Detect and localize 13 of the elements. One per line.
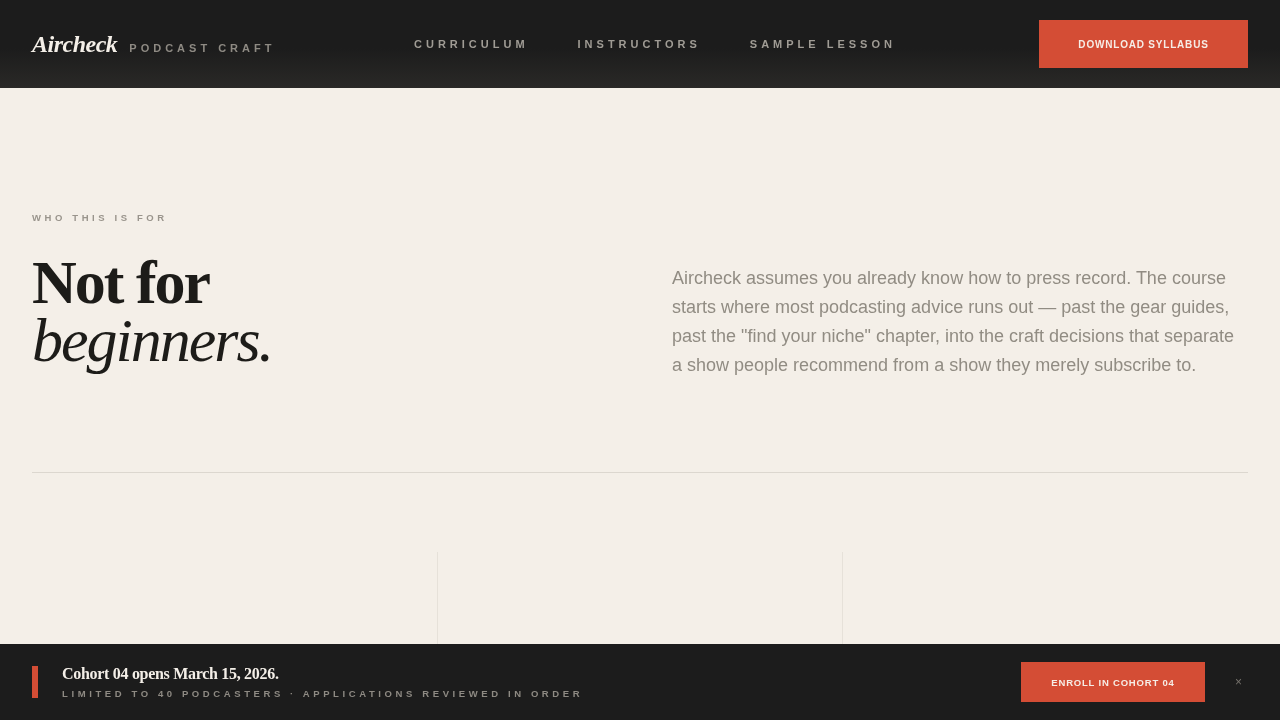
intro-paragraph: Aircheck assumes you already know how to press record. The course starts where most podcasting advice runs out — past the gear guides, past the "find your niche" chapter, into the craft decisions that separate a show people recommend from a show they merely subscribe to. [672, 267, 1236, 377]
close-button[interactable]: × [1229, 671, 1248, 693]
banner-title: Cohort 04 opens March 15, 2026. [62, 665, 280, 683]
logo[interactable]: Aircheck [32, 30, 118, 58]
nav-link[interactable]: INSTRUCTORS [577, 38, 701, 50]
nav-link[interactable]: SAMPLE LESSON [749, 38, 896, 50]
banner-subtitle: LIMITED TO 40 PODCASTERS · APPLICATIONS REVIEWED IN ORDER [62, 688, 585, 699]
nav-link[interactable]: CURRICULUM [414, 38, 529, 50]
tagline: PODCAST CRAFT [129, 41, 276, 54]
section-eyebrow: WHO THIS IS FOR [32, 212, 169, 223]
enroll-button[interactable]: ENROLL IN COHORT 04 [1021, 662, 1205, 702]
download-syllabus-button[interactable]: DOWNLOAD SYLLABUS [1039, 20, 1248, 68]
accent-bar [32, 666, 38, 698]
